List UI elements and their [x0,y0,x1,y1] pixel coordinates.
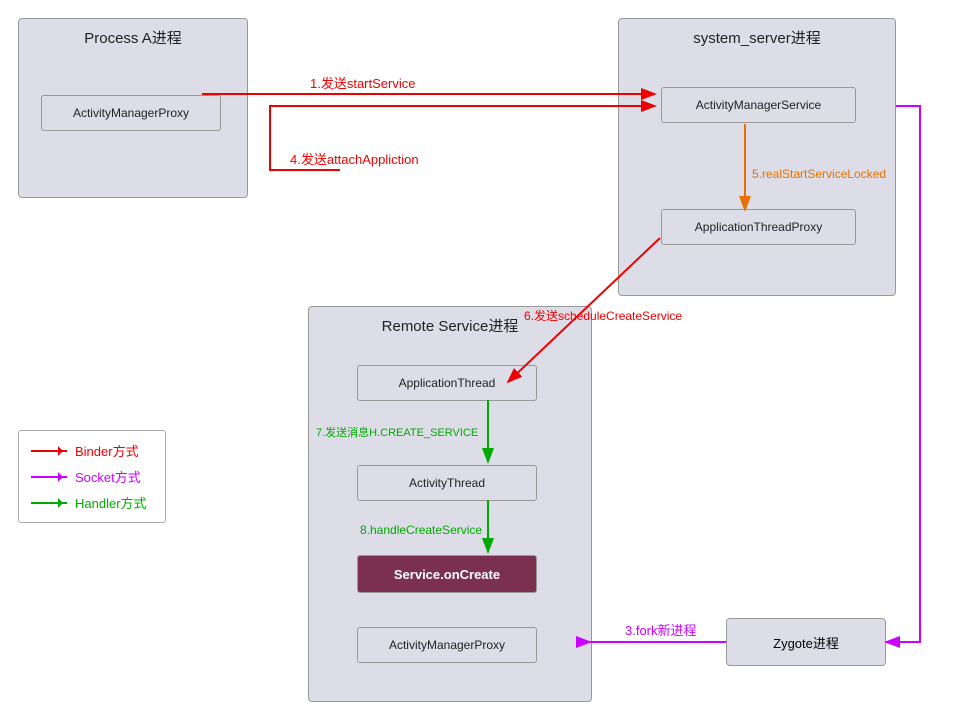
remote-service-box: Remote Service进程 ApplicationThread Activ… [308,306,592,702]
activity-manager-service: ActivityManagerService [661,87,856,123]
application-thread: ApplicationThread [357,365,537,401]
arrow-4 [270,106,655,170]
application-thread-proxy: ApplicationThreadProxy [661,209,856,245]
binder-arrow-icon [31,450,67,452]
activity-thread: ActivityThread [357,465,537,501]
arrow-4-label: 4.发送attachAppliction [290,152,419,167]
legend-item-handler: Handler方式 [31,493,147,512]
legend-item-binder: Binder方式 [31,441,147,460]
process-a-label: Process A进程 [84,27,182,48]
process-a-box: Process A进程 ActivityManagerProxy [18,18,248,198]
activity-manager-proxy-1: ActivityManagerProxy [41,95,221,131]
diagram: Process A进程 ActivityManagerProxy system_… [0,0,960,720]
arrow-1-label: 1.发送startService [310,76,415,91]
zygote-label: Zygote进程 [773,633,839,652]
handler-arrow-icon [31,502,67,504]
handler-label: Handler方式 [75,493,147,512]
activity-manager-proxy-2: ActivityManagerProxy [357,627,537,663]
zygote-box: Zygote进程 [726,618,886,666]
legend: Binder方式 Socket方式 Handler方式 [18,430,166,523]
legend-item-socket: Socket方式 [31,467,147,486]
system-server-box: system_server进程 ActivityManagerService A… [618,18,896,296]
binder-label: Binder方式 [75,441,139,460]
system-server-label: system_server进程 [693,27,821,48]
service-oncreate: Service.onCreate [357,555,537,593]
socket-label: Socket方式 [75,467,141,486]
socket-arrow-icon [31,476,67,478]
arrow-3-label: 3.fork新进程 [625,623,697,638]
remote-service-label: Remote Service进程 [382,315,519,336]
